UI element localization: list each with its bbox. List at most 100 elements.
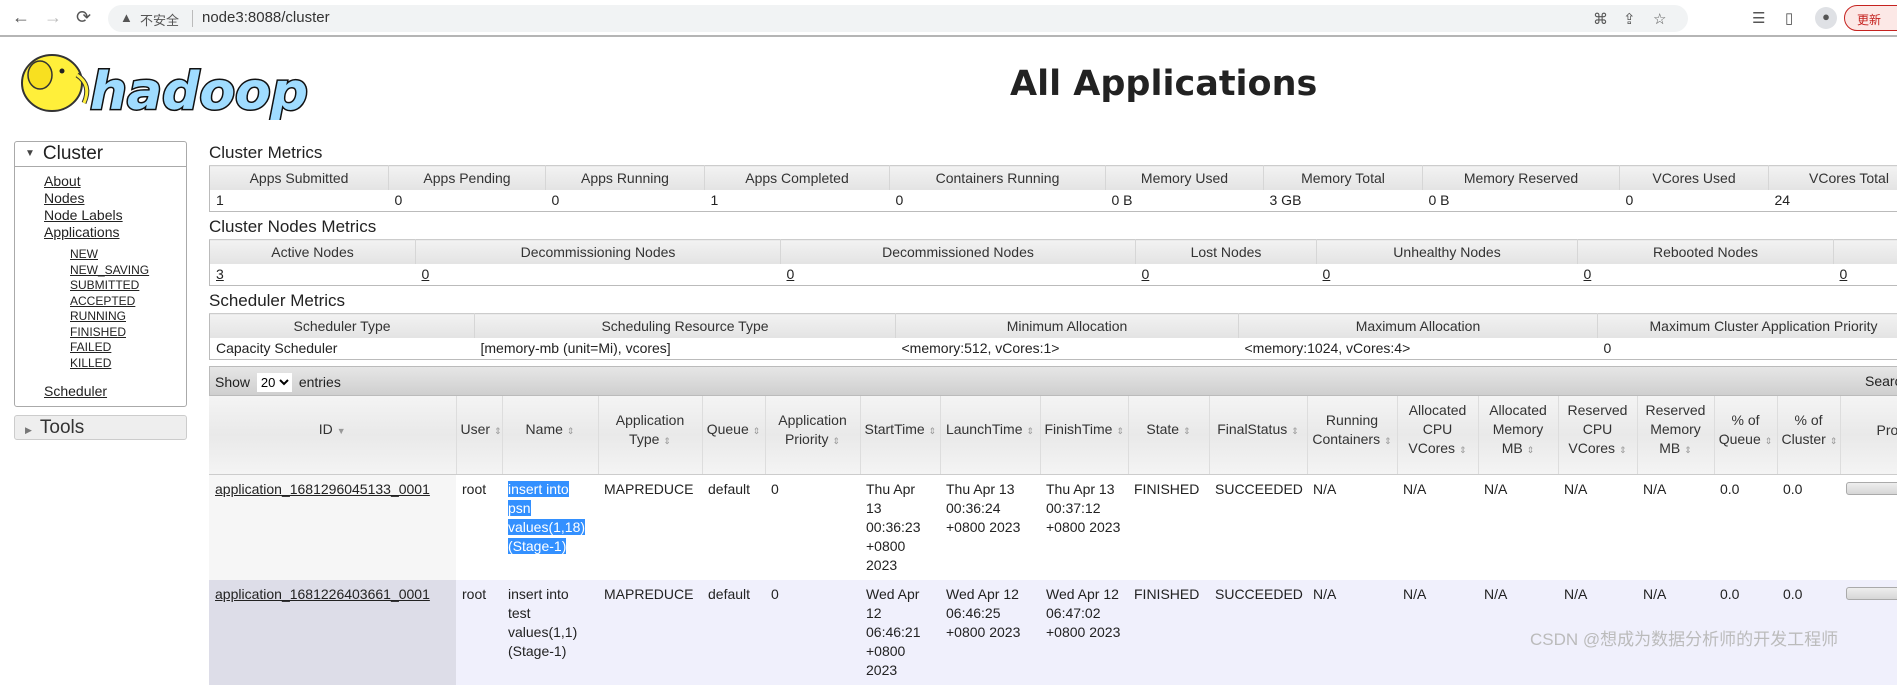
sidebar-link-nodes[interactable]: Nodes — [44, 190, 186, 207]
column-label: % of Queue — [1719, 412, 1761, 447]
column-header-reserved-memory-mb[interactable]: Reserved Memory MB⇕ — [1637, 396, 1714, 474]
value-cell: <memory:512, vCores:1> — [896, 338, 1239, 360]
header-memory-used: Memory Used — [1106, 166, 1264, 190]
metric-link[interactable]: 0 — [1840, 266, 1848, 282]
application-id-link[interactable]: application_1681226403661_0001 — [215, 586, 430, 602]
column-header-of-queue[interactable]: % of Queue⇕ — [1714, 396, 1777, 474]
sidebar-state-killed[interactable]: KILLED — [70, 356, 186, 372]
column-label: Running Containers — [1312, 412, 1380, 447]
cell-name: insert into psn values(1,18) (Stage-1) — [502, 474, 598, 580]
selected-name-text: insert into psn values(1,18) (Stage-1) — [508, 481, 585, 554]
column-header-user[interactable]: User⇕ — [456, 396, 502, 474]
star-icon[interactable]: ☆ — [1653, 10, 1666, 28]
column-label: Reserved Memory MB — [1646, 402, 1706, 456]
metric-link[interactable]: 0 — [787, 266, 795, 282]
update-button[interactable]: 更新 — [1844, 5, 1897, 31]
cell-of-cluster: 0.0 — [1777, 474, 1840, 580]
cell-launchtime: Wed Apr 12 06:46:25 +0800 2023 — [940, 580, 1040, 685]
column-header-allocated-memory-mb[interactable]: Allocated Memory MB⇕ — [1478, 396, 1558, 474]
cell-finalstatus: SUCCEEDED — [1209, 580, 1307, 685]
sidebar-link-node-labels[interactable]: Node Labels — [44, 207, 186, 224]
sidebar-state-finished[interactable]: FINISHED — [70, 325, 186, 341]
value-cell: 0 — [546, 190, 705, 212]
value-cell: 0 — [1136, 264, 1317, 286]
header-active-nodes: Active Nodes — [210, 240, 416, 264]
column-header-finalstatus[interactable]: FinalStatus⇕ — [1209, 396, 1307, 474]
sidebar-link-about[interactable]: About — [44, 173, 186, 190]
table-length-control: Show 20 entries Search: — [209, 366, 1897, 396]
sort-icon: ⇕ — [1830, 436, 1838, 446]
sidebar-state-running[interactable]: RUNNING — [70, 309, 186, 325]
column-label: FinishTime — [1045, 421, 1113, 437]
column-header-allocated-cpu-vcores[interactable]: Allocated CPU VCores⇕ — [1397, 396, 1478, 474]
column-header-running-containers[interactable]: Running Containers⇕ — [1307, 396, 1397, 474]
column-header-state[interactable]: State⇕ — [1128, 396, 1209, 474]
sidebar-cluster-header[interactable]: ▼Cluster — [15, 142, 186, 167]
page-size-select[interactable]: 20 — [257, 373, 292, 392]
side-panel-icon[interactable]: ▯ — [1785, 9, 1793, 27]
header-maximum-cluster-application-priority: Maximum Cluster Application Priority — [1598, 314, 1897, 338]
cluster-label: Cluster — [43, 143, 103, 164]
sort-icon: ⇕ — [1619, 445, 1627, 455]
column-header-of-cluster[interactable]: % of Cluster⇕ — [1777, 396, 1840, 474]
metric-link[interactable]: 0 — [1323, 266, 1331, 282]
sort-icon: ⇕ — [1026, 426, 1034, 436]
sidebar-tools-header[interactable]: ▶Tools — [14, 415, 187, 440]
metric-link[interactable]: 0 — [1142, 266, 1150, 282]
sort-icon: ⇕ — [1183, 426, 1191, 436]
header-scheduler-type: Scheduler Type — [210, 314, 475, 338]
value-cell: 0 — [1834, 264, 1897, 286]
sidebar-link-applications[interactable]: Applications — [44, 224, 186, 241]
url-text[interactable]: node3:8088/cluster — [202, 9, 330, 26]
column-label: LaunchTime — [946, 421, 1023, 437]
column-header-progress[interactable]: Progress — [1840, 396, 1897, 474]
column-label: Allocated Memory MB — [1489, 402, 1547, 456]
back-icon[interactable]: ← — [12, 7, 30, 28]
cell-allocated-cpu-vcores: N/A — [1397, 580, 1478, 685]
cell-application-priority: 0 — [765, 580, 860, 685]
forward-icon[interactable]: → — [44, 7, 62, 28]
header-memory-total: Memory Total — [1264, 166, 1423, 190]
reading-list-icon[interactable]: ☰ — [1752, 9, 1765, 27]
column-header-starttime[interactable]: StartTime⇕ — [860, 396, 940, 474]
column-header-queue[interactable]: Queue⇕ — [702, 396, 765, 474]
column-label: Queue — [707, 421, 749, 437]
column-header-id[interactable]: ID▼ — [209, 396, 456, 474]
profile-avatar-icon[interactable]: ● — [1815, 7, 1837, 29]
cell-progress — [1840, 580, 1897, 685]
metric-link[interactable]: 3 — [216, 266, 224, 282]
metric-link[interactable]: 0 — [1584, 266, 1592, 282]
metric-link[interactable]: 0 — [422, 266, 430, 282]
value-cell: [memory-mb (unit=Mi), vcores] — [475, 338, 896, 360]
entries-label: entries — [299, 374, 341, 390]
column-header-launchtime[interactable]: LaunchTime⇕ — [940, 396, 1040, 474]
sidebar-state-submitted[interactable]: SUBMITTED — [70, 278, 186, 294]
column-header-application-type[interactable]: Application Type⇕ — [598, 396, 702, 474]
application-id-link[interactable]: application_1681296045133_0001 — [215, 481, 430, 497]
address-bar[interactable]: ▲ 不安全 node3:8088/cluster ☆ ⇪ ⌘ — [108, 5, 1688, 32]
cell-reserved-memory-mb: N/A — [1637, 474, 1714, 580]
column-header-name[interactable]: Name⇕ — [502, 396, 598, 474]
header-minimum-allocation: Minimum Allocation — [896, 314, 1239, 338]
header-vcores-used: VCores Used — [1620, 166, 1769, 190]
value-cell: <memory:1024, vCores:4> — [1239, 338, 1598, 360]
cell-finishtime: Wed Apr 12 06:47:02 +0800 2023 — [1040, 580, 1128, 685]
column-header-application-priority[interactable]: Application Priority⇕ — [765, 396, 860, 474]
value-cell: 3 GB — [1264, 190, 1423, 212]
translate-icon[interactable]: ⌘ — [1593, 10, 1608, 28]
column-label: Allocated CPU VCores — [1408, 402, 1466, 456]
reload-icon[interactable]: ⟳ — [76, 7, 91, 28]
sidebar-state-new-saving[interactable]: NEW_SAVING — [70, 263, 186, 279]
sidebar-state-new[interactable]: NEW — [70, 247, 186, 263]
sidebar-state-failed[interactable]: FAILED — [70, 340, 186, 356]
cell-finalstatus: SUCCEEDED — [1209, 474, 1307, 580]
value-cell: 0 B — [1423, 190, 1620, 212]
share-icon[interactable]: ⇪ — [1623, 10, 1636, 28]
cell-running-containers: N/A — [1307, 474, 1397, 580]
sidebar-link-scheduler[interactable]: Scheduler — [44, 383, 186, 400]
column-header-reserved-cpu-vcores[interactable]: Reserved CPU VCores⇕ — [1558, 396, 1637, 474]
column-header-finishtime[interactable]: FinishTime⇕ — [1040, 396, 1128, 474]
sort-icon: ⇕ — [833, 436, 841, 446]
header-decommissioning-nodes: Decommissioning Nodes — [416, 240, 781, 264]
sidebar-state-accepted[interactable]: ACCEPTED — [70, 294, 186, 310]
